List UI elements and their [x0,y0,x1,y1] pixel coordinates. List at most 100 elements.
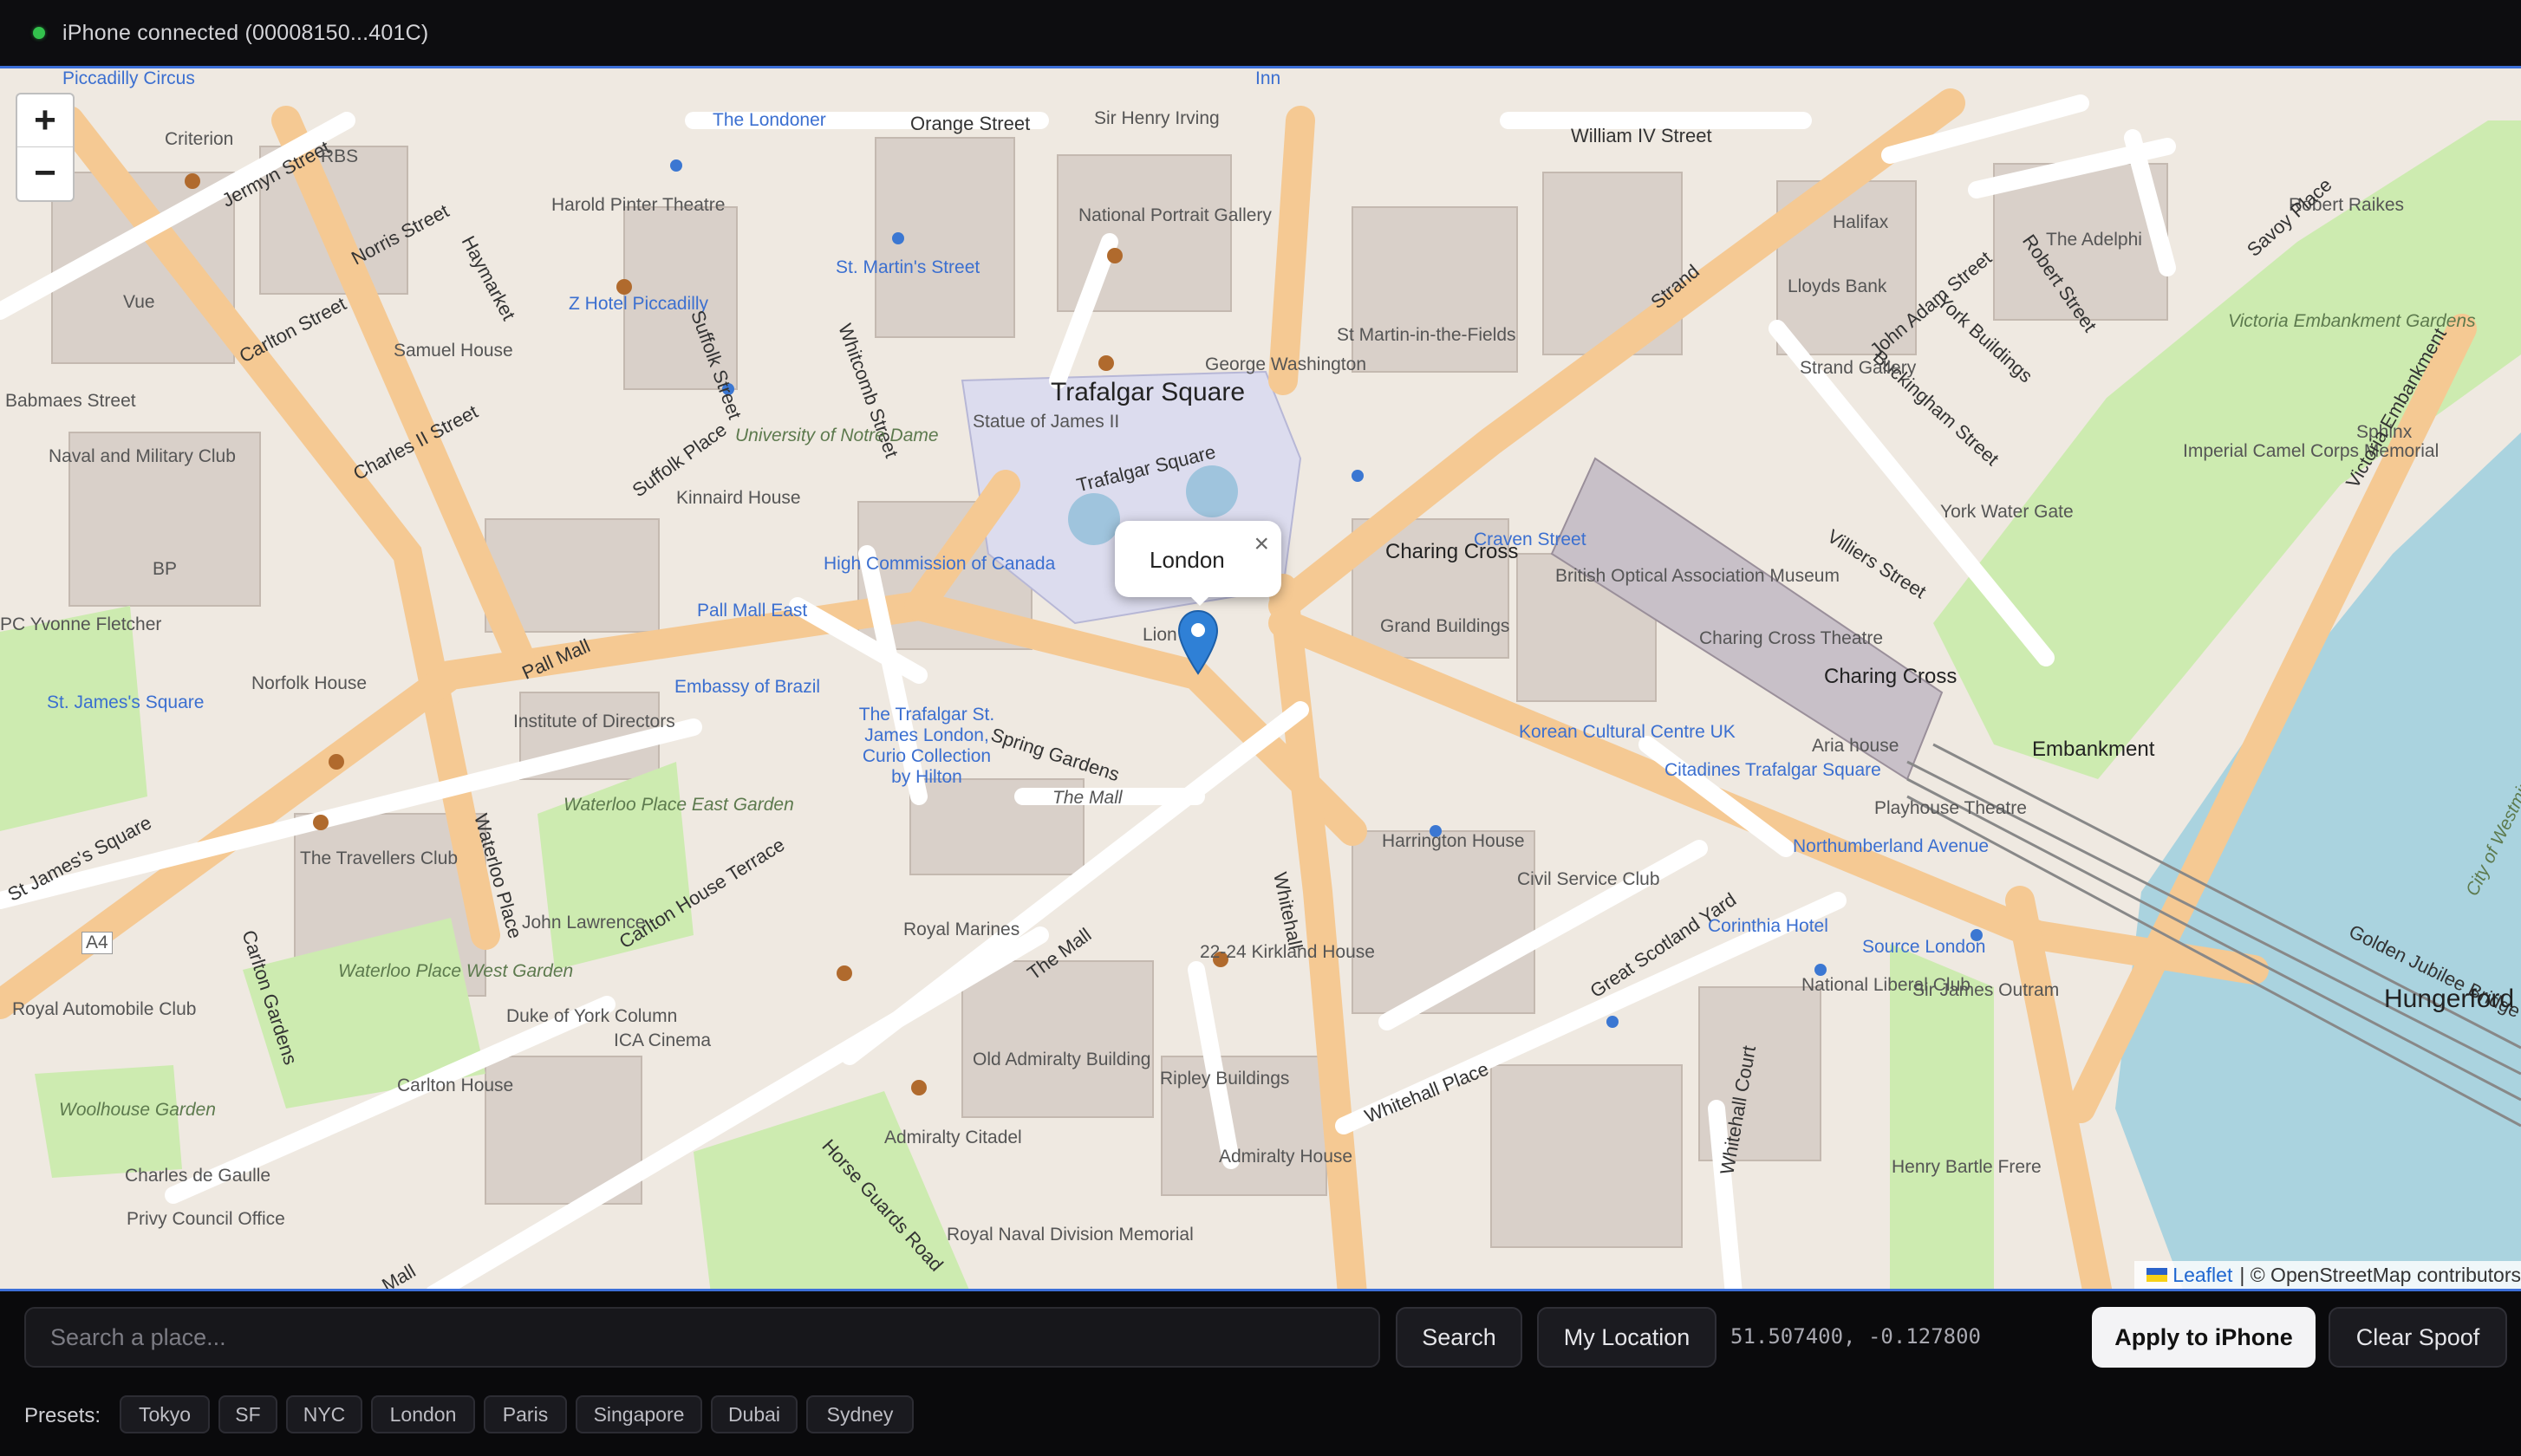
map-label-institute-directors: Institute of Directors [513,712,675,731]
map-label-halifax: Halifax [1833,212,1889,232]
map-label-embankment: Embankment [2032,738,2155,761]
map-view[interactable]: Piccadilly Circus Criterion Jermyn Stree… [0,66,2521,1291]
apply-to-iphone-button[interactable]: Apply to iPhone [2092,1307,2316,1368]
map-label-privy-council: Privy Council Office [127,1209,285,1229]
popup-close-button[interactable]: × [1254,530,1269,559]
map-label-playhouse: Playhouse Theatre [1874,798,2027,818]
map-label-the-londoner: The Londoner [713,110,826,130]
map-label-vue: Vue [123,292,155,312]
search-input[interactable] [24,1307,1380,1368]
map-label-sir-james-outram: Sir James Outram [1912,980,2060,1000]
location-marker-icon[interactable] [1177,609,1219,681]
map-label-pall-mall-east: Pall Mall East [697,601,808,621]
map-label-lloyds-bank: Lloyds Bank [1788,276,1887,296]
map-label-british-optical: British Optical Association Museum [1555,566,1840,586]
map-label-corinthia: Corinthia Hotel [1708,916,1828,936]
map-label-samuel-house: Samuel House [394,341,513,361]
map-label-carlton-house: Carlton House [397,1076,514,1095]
map-label-the-mall-small: The Mall [1052,788,1123,808]
connection-status-dot [33,27,45,39]
map-label-rbs: RBS [321,146,359,166]
map-label-trafalgar-square: Trafalgar Square [1051,378,1246,406]
popup-title: London [1150,547,1225,573]
map-label-embassy-brazil: Embassy of Brazil [674,677,821,697]
preset-dubai[interactable]: Dubai [711,1395,798,1433]
ukraine-flag-icon [2146,1268,2168,1282]
map-label-norfolk-house: Norfolk House [251,673,368,693]
search-button[interactable]: Search [1396,1307,1522,1368]
map-label-hungerford-bridge: Hungerford Bridge [2384,985,2521,1013]
presets-bar: Presets: Tokyo SF NYC London Paris Singa… [0,1387,2521,1447]
map-label-st-martin-fields: St Martin-in-the-Fields [1337,325,1516,345]
map-label-korean-cultural: Korean Cultural Centre UK [1519,722,1736,742]
map-label-babmaes: Babmaes Street [5,391,136,411]
map-label-grand-buildings: Grand Buildings [1380,616,1510,636]
map-label-a4: A4 [81,932,113,954]
map-label-source-london: Source London [1862,937,1986,957]
preset-sf[interactable]: SF [218,1395,277,1433]
map-label-woolhouse: Woolhouse Garden [59,1100,216,1120]
map-label-henry-bartle-frere: Henry Bartle Frere [1892,1157,2042,1177]
map-label-duke-york: Duke of York Column [506,1006,678,1026]
map-attribution: Leaflet | © OpenStreetMap contributors [2134,1261,2521,1289]
map-label-george-washington: George Washington [1205,354,1366,374]
map-label-royal-marines: Royal Marines [903,920,1020,939]
map-label-york-water-gate: York Water Gate [1940,502,2074,522]
map-label-charing-cross-theatre: Charing Cross Theatre [1699,628,1884,648]
map-label-civil-service-club: Civil Service Club [1517,869,1660,889]
map-label-strand-gallery: Strand Gallery [1800,358,1917,378]
preset-paris[interactable]: Paris [484,1395,567,1433]
map-label-kinnaird-house: Kinnaird House [676,488,801,508]
preset-nyc[interactable]: NYC [286,1395,362,1433]
zoom-in-button[interactable]: + [17,94,73,147]
map-label-statue-james: Statue of James II [973,412,1120,432]
map-label-northumberland-avenue: Northumberland Avenue [1793,836,1990,856]
preset-london[interactable]: London [371,1395,475,1433]
zoom-out-button[interactable]: − [17,147,73,199]
map-label-yvonne-fletcher: PC Yvonne Fletcher [0,614,162,634]
map-label-waterloo-west: Waterloo Place West Garden [338,961,574,981]
my-location-button[interactable]: My Location [1537,1307,1716,1368]
map-label-old-admiralty: Old Admiralty Building [973,1050,1151,1069]
map-label-harold-pinter: Harold Pinter Theatre [551,195,726,215]
map-label-waterloo-east: Waterloo Place East Garden [563,795,794,815]
map-label-high-commission-canada: High Commission of Canada [824,554,1056,574]
preset-singapore[interactable]: Singapore [576,1395,702,1433]
map-label-criterion: Criterion [165,129,234,149]
map-label-imperial-camel: Imperial Camel Corps Memorial [2183,441,2440,461]
map-label-charles-de-gaulle: Charles de Gaulle [125,1166,271,1186]
status-bar: iPhone connected (00008150...401C) [0,0,2521,67]
map-label-uni-notre-dame: University of Notre Dame [735,426,939,445]
zoom-controls: + − [16,93,75,202]
map-label-trafalgar-st-james: The Trafalgar St. James London, Curio Co… [858,705,995,787]
map-label-royal-automobile: Royal Automobile Club [12,999,197,1019]
map-label-the-travellers: The Travellers Club [300,848,459,868]
map-label-z-hotel: Z Hotel Piccadilly [569,294,709,314]
map-label-national-portrait: National Portrait Gallery [1078,205,1272,225]
map-label-harrington-house: Harrington House [1382,831,1525,851]
map-label-ica-cinema: ICA Cinema [614,1030,712,1050]
controls-bar: Search My Location 51.507400, -0.127800 … [0,1297,2521,1380]
map-label-sir-henry-irving: Sir Henry Irving [1094,108,1220,128]
leaflet-link[interactable]: Leaflet [2172,1264,2232,1287]
popup-tip [1188,594,1212,606]
preset-tokyo[interactable]: Tokyo [120,1395,210,1433]
map-label-orange-street: Orange Street [910,113,1031,134]
clear-spoof-button[interactable]: Clear Spoof [2329,1307,2507,1368]
map-label-lion: Lion [1143,625,1177,645]
map-label-piccadilly-circus: Piccadilly Circus [62,68,195,88]
map-label-st-james-square: St. James's Square [47,692,205,712]
connection-status-text: iPhone connected (00008150...401C) [62,20,429,45]
map-label-charing-cross-station: Charing Cross [1824,665,1958,688]
map-label-craven-street-blue: Craven Street [1474,530,1586,549]
map-label-william-iv-street: William IV Street [1571,125,1712,146]
location-popup: London × [1115,521,1281,597]
map-label-kirkland-house: 22-24 Kirkland House [1200,942,1375,962]
map-label-the-adelphi: The Adelphi [2046,230,2142,250]
preset-sydney[interactable]: Sydney [806,1395,914,1433]
map-label-ripley: Ripley Buildings [1160,1069,1290,1089]
map-label-st-martins-street: St. Martin's Street [836,257,980,277]
map-label-bp: BP [153,559,178,579]
presets-label: Presets: [24,1404,101,1427]
osm-attribution: | © OpenStreetMap contributors [2239,1263,2521,1286]
